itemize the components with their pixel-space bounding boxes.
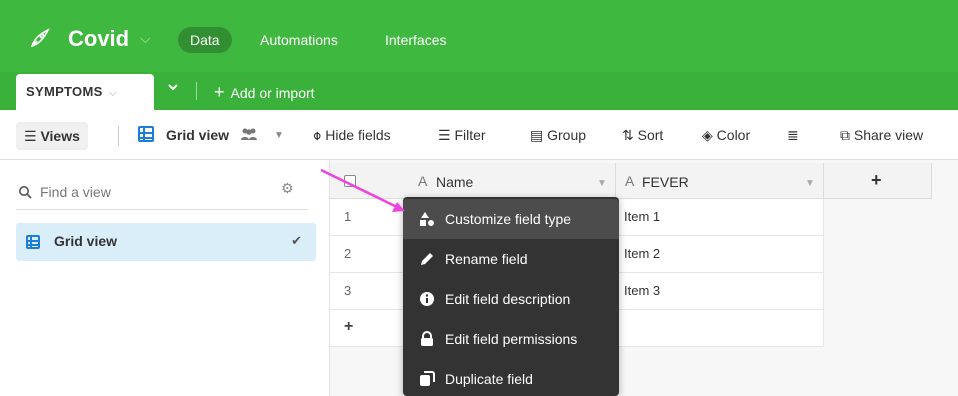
menu-item-label: Edit field permissions (445, 331, 578, 347)
menu-item-customize-field-type[interactable]: Customize field type (403, 199, 619, 239)
nav-data[interactable]: Data (178, 27, 232, 53)
paint-bucket-icon: ◈ (702, 127, 713, 143)
chevron-down-icon[interactable]: ▼ (597, 178, 607, 189)
chevron-down-icon[interactable]: ⌵ (140, 30, 151, 47)
menu-item-label: Rename field (445, 251, 528, 267)
text-field-icon: A (418, 173, 428, 189)
find-view-placeholder: Find a view (40, 184, 111, 200)
hide-fields-button[interactable]: ⌽ Hide fields (313, 127, 391, 144)
menu-item-label: Customize field type (445, 211, 572, 227)
sort-icon: ⇅ (622, 127, 634, 143)
select-all-checkbox[interactable] (344, 175, 356, 187)
menu-item-label: Duplicate field (445, 371, 533, 387)
lock-icon (421, 331, 433, 346)
table-cell[interactable]: Item 1 (616, 199, 824, 236)
sidebar-item-label: Grid view (54, 233, 118, 249)
divider (196, 82, 197, 100)
current-view-name[interactable]: Grid view (166, 127, 229, 143)
tab-symptoms[interactable]: SYMPTOMS ⌵ (16, 74, 154, 110)
table-cell[interactable]: Item 3 (616, 273, 824, 310)
select-all-header (330, 163, 410, 199)
grid-view-icon (138, 126, 154, 142)
add-row-button[interactable]: + (330, 310, 410, 347)
pencil-icon (421, 253, 433, 265)
divider (118, 126, 119, 146)
color-button[interactable]: ◈ Color (702, 127, 750, 144)
row-number: 3 (330, 273, 410, 310)
hide-fields-label: Hide fields (325, 127, 391, 143)
duplicate-icon (420, 371, 435, 386)
row-number: 1 (330, 199, 410, 236)
tables-dropdown-icon[interactable] (166, 80, 180, 97)
views-label: Views (40, 128, 80, 144)
row-number: 2 (330, 236, 410, 273)
nav-interfaces[interactable]: Interfaces (373, 27, 458, 53)
filter-label: Filter (454, 127, 486, 143)
add-import-button[interactable]: + Add or import (214, 82, 315, 103)
info-icon (420, 292, 434, 306)
collaborators-icon[interactable] (240, 127, 258, 144)
sort-label: Sort (637, 127, 664, 143)
plus-icon: + (871, 170, 882, 190)
menu-item-rename-field[interactable]: Rename field (403, 239, 619, 279)
color-label: Color (716, 127, 751, 143)
share-view-label: Share view (853, 127, 924, 143)
chevron-down-icon[interactable]: ⌵ (109, 87, 118, 99)
gear-icon[interactable]: ⚙ (281, 180, 294, 197)
menu-item-edit-field-description[interactable]: Edit field description (403, 279, 619, 319)
search-icon (19, 186, 32, 199)
chevron-down-icon[interactable]: ▼ (805, 178, 815, 189)
group-button[interactable]: ▤ Group (530, 127, 586, 144)
check-icon: ✔ (291, 233, 302, 248)
hamburger-icon: ☰ (24, 128, 37, 144)
table-cell[interactable]: Item 2 (616, 236, 824, 273)
tab-label: SYMPTOMS (26, 84, 103, 99)
filter-icon: ☰ (438, 127, 451, 143)
caret-down-icon[interactable]: ▼ (274, 130, 284, 141)
shapes-icon (420, 212, 434, 226)
menu-item-edit-field-permissions[interactable]: Edit field permissions (403, 319, 619, 359)
menu-item-label: Edit field description (445, 291, 571, 307)
share-icon: ⧉ (840, 127, 850, 143)
plus-icon: + (214, 82, 225, 102)
views-button[interactable]: ☰ Views (16, 122, 88, 150)
row-height-icon[interactable]: ≣ (787, 127, 799, 144)
eye-slash-icon: ⌽ (313, 127, 322, 143)
text-field-icon: A (625, 173, 635, 189)
base-title[interactable]: Covid (68, 26, 129, 52)
grid-view-icon (26, 235, 40, 249)
share-view-button[interactable]: ⧉ Share view (840, 127, 923, 144)
rocket-logo-icon[interactable] (28, 26, 52, 50)
column-header-label: Name (436, 174, 474, 190)
group-icon: ▤ (530, 127, 544, 143)
add-import-label: Add or import (230, 85, 315, 101)
menu-item-duplicate-field[interactable]: Duplicate field (403, 359, 619, 396)
group-label: Group (547, 127, 587, 143)
sidebar-item-grid-view[interactable]: Grid view ✔ (16, 223, 316, 261)
column-header-label: FEVER (642, 174, 689, 190)
nav-automations[interactable]: Automations (248, 27, 350, 53)
filter-button[interactable]: ☰ Filter (438, 127, 486, 144)
sort-button[interactable]: ⇅ Sort (622, 127, 663, 144)
